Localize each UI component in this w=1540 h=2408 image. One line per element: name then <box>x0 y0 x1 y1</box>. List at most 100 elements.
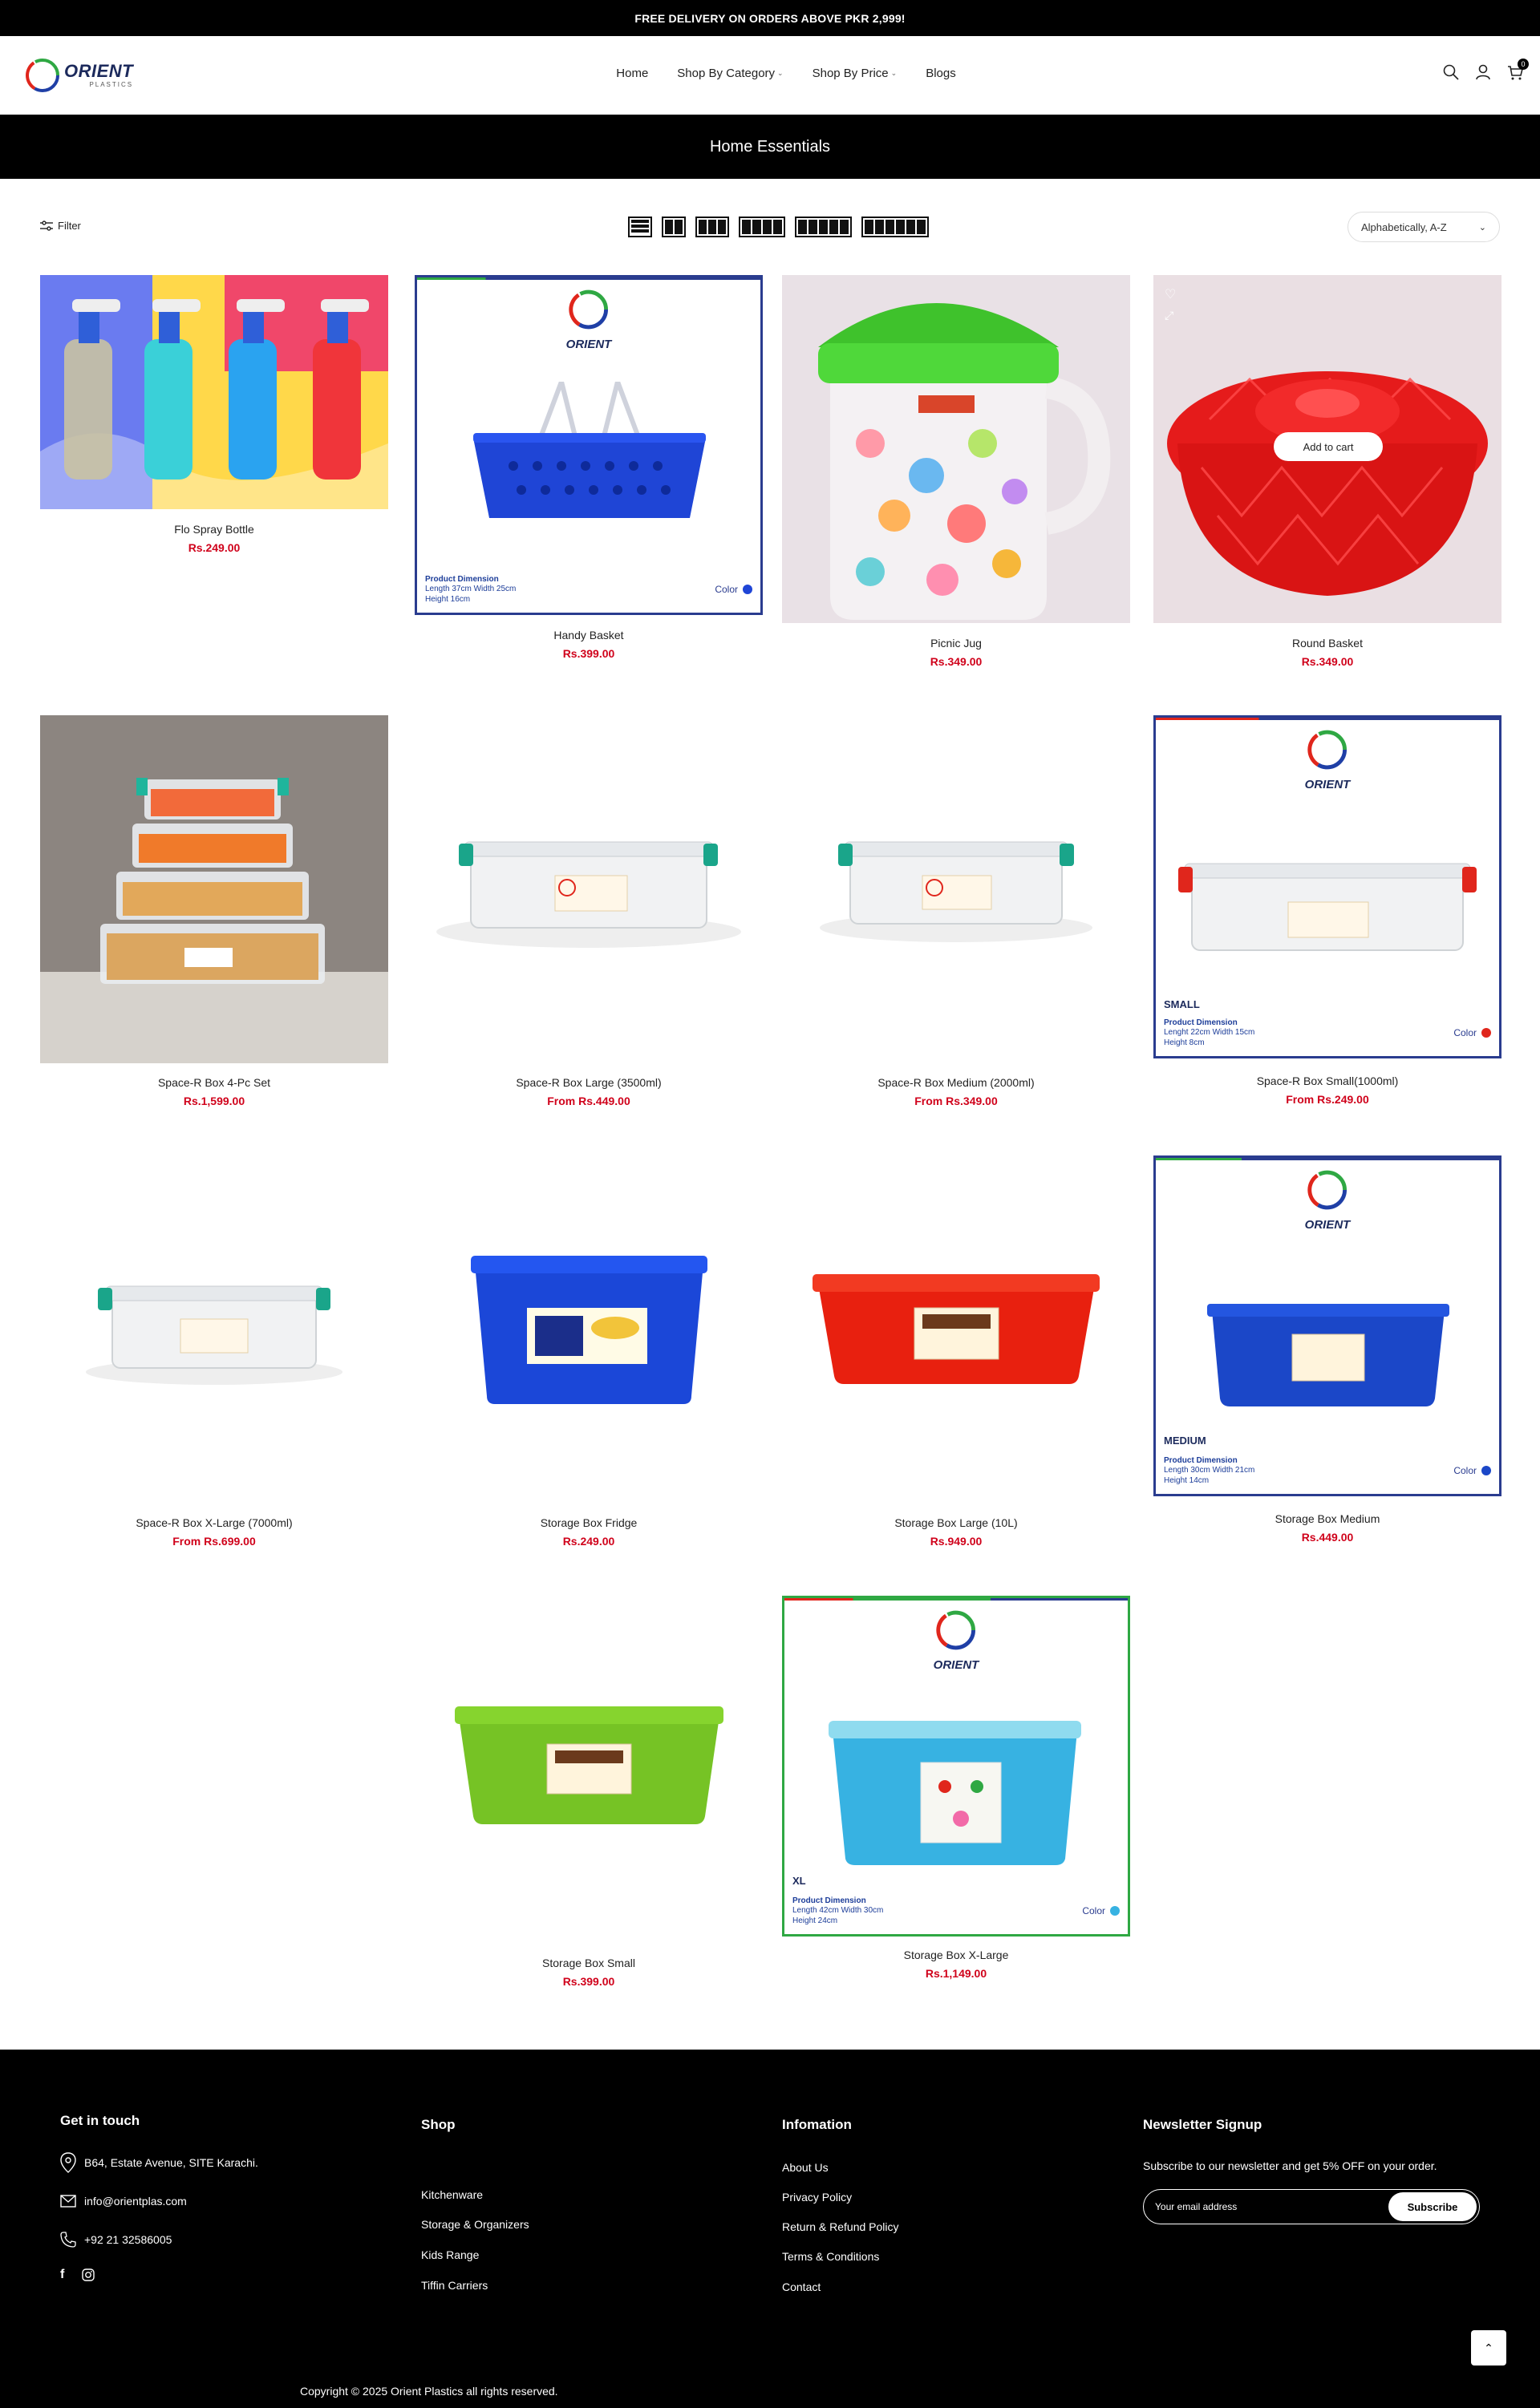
dimension-line-1: Length 30cm Width 21cm <box>1164 1466 1255 1475</box>
product-name[interactable]: Space-R Box 4-Pc Set <box>40 1076 388 1089</box>
product-card[interactable]: ORIENT XL Product Dimension Length 42cm … <box>782 1596 1130 1997</box>
layout-5col-icon[interactable] <box>795 217 852 237</box>
footer-link[interactable]: Kitchenware <box>421 2188 483 2201</box>
filter-button[interactable]: Filter <box>40 220 81 232</box>
product-name[interactable]: Storage Box Small <box>415 1957 763 1969</box>
newsletter-email-input[interactable]: Your email address <box>1155 2201 1237 2212</box>
product-card[interactable]: Space-R Box Large (3500ml) From Rs.449.0… <box>415 715 763 1116</box>
layout-list-icon[interactable] <box>628 217 652 237</box>
product-name[interactable]: Space-R Box X-Large (7000ml) <box>40 1516 388 1529</box>
product-card[interactable]: Storage Box Large (10L) Rs.949.00 <box>782 1155 1130 1556</box>
orient-logo-badge: ORIENT <box>1305 1168 1350 1232</box>
nav-shop-by-category[interactable]: Shop By Category ⌄ <box>677 67 783 80</box>
product-image[interactable] <box>782 715 1130 1063</box>
dimension-line-2: Height 24cm <box>792 1916 838 1925</box>
basket-illustration <box>473 382 706 518</box>
product-image[interactable] <box>415 1596 763 1944</box>
product-image[interactable] <box>40 1155 388 1503</box>
product-card[interactable]: Storage Box Small Rs.399.00 <box>415 1596 763 1997</box>
product-image[interactable]: ORIENT MEDIUM Product Dimension Length 3… <box>1153 1155 1502 1496</box>
product-card[interactable]: Space-R Box Medium (2000ml) From Rs.349.… <box>782 715 1130 1116</box>
product-image[interactable]: ORIENT SMALL Product Dimension Lenght 22… <box>1153 715 1502 1058</box>
product-name[interactable]: Flo Spray Bottle <box>40 523 388 536</box>
product-name[interactable]: Storage Box Fridge <box>415 1516 763 1529</box>
orient-logo-icon <box>1307 1170 1348 1210</box>
filter-icon <box>40 220 53 231</box>
subscribe-button[interactable]: Subscribe <box>1388 2192 1477 2221</box>
dimension-line-1: Length 37cm Width 25cm <box>425 585 517 593</box>
announcement-bar: FREE DELIVERY ON ORDERS ABOVE PKR 2,999! <box>0 0 1540 36</box>
compare-icon[interactable]: ⤢ <box>1165 309 1173 322</box>
product-price: Rs.349.00 <box>1301 655 1354 668</box>
nav-home[interactable]: Home <box>616 67 648 80</box>
footer-link[interactable]: Return & Refund Policy <box>782 2220 899 2233</box>
product-card[interactable]: Storage Box Fridge Rs.249.00 <box>415 1155 763 1556</box>
product-name[interactable]: Storage Box Medium <box>1153 1512 1502 1525</box>
footer-shop-title: Shop <box>421 2117 456 2132</box>
footer-link[interactable]: Storage & Organizers <box>421 2218 529 2231</box>
product-card[interactable]: ORIENT MEDIUM Product Dimension Length 3… <box>1153 1155 1502 1556</box>
product-name[interactable]: Handy Basket <box>415 629 763 641</box>
product-card[interactable]: Picnic Jug Rs.349.00 <box>782 275 1130 676</box>
layout-3col-icon[interactable] <box>695 217 729 237</box>
search-icon[interactable] <box>1442 63 1460 81</box>
size-label: MEDIUM <box>1164 1435 1206 1447</box>
product-image[interactable]: ♡ ⤢ Add to cart <box>1153 275 1502 623</box>
cart-icon[interactable]: 0 <box>1506 59 1529 81</box>
product-name[interactable]: Picnic Jug <box>782 637 1130 650</box>
product-name[interactable]: Space-R Box Small(1000ml) <box>1153 1074 1502 1087</box>
layout-4col-icon[interactable] <box>739 217 785 237</box>
product-card[interactable]: ORIENT SMALL Product Dimension Lenght 22… <box>1153 715 1502 1116</box>
cart-count-badge: 0 <box>1518 59 1529 70</box>
product-name[interactable]: Space-R Box Medium (2000ml) <box>782 1076 1130 1089</box>
product-image[interactable] <box>782 275 1130 623</box>
phone-text[interactable]: +92 21 32586005 <box>84 2233 172 2246</box>
product-card[interactable]: Space-R Box 4-Pc Set Rs.1,599.00 <box>40 715 388 1116</box>
layout-2col-icon[interactable] <box>662 217 686 237</box>
product-image[interactable] <box>782 1155 1130 1503</box>
footer-link[interactable]: Kids Range <box>421 2248 479 2261</box>
footer-info-title: Infomation <box>782 2117 852 2132</box>
color-swatch: Color <box>1453 1027 1491 1038</box>
instagram-icon[interactable] <box>82 2268 95 2281</box>
add-to-cart-button[interactable]: Add to cart <box>1274 432 1383 461</box>
product-name[interactable]: Round Basket <box>1153 637 1502 650</box>
orient-logo-icon <box>569 289 609 330</box>
nav-blogs[interactable]: Blogs <box>926 67 956 80</box>
grid-layout-switcher <box>628 217 929 237</box>
product-name[interactable]: Storage Box X-Large <box>782 1949 1130 1961</box>
product-image[interactable]: ORIENT XL Product Dimension Length 42cm … <box>782 1596 1130 1937</box>
email-row[interactable]: info@orientplas.com <box>60 2195 187 2208</box>
email-text[interactable]: info@orientplas.com <box>84 2195 187 2208</box>
footer-link[interactable]: Tiffin Carriers <box>421 2279 488 2292</box>
nav-shop-by-price[interactable]: Shop By Price ⌄ <box>813 67 898 80</box>
facebook-icon[interactable]: f <box>60 2268 64 2282</box>
product-image[interactable] <box>415 1155 763 1503</box>
sort-dropdown[interactable]: Alphabetically, A-Z ⌄ <box>1348 212 1500 242</box>
product-name[interactable]: Storage Box Large (10L) <box>782 1516 1130 1529</box>
account-icon[interactable] <box>1474 63 1492 81</box>
product-image[interactable]: ORIENT Product Dimension Length 37cm Wid… <box>415 275 763 615</box>
product-price: Rs.1,149.00 <box>925 1967 987 1980</box>
logo-subtitle: PLASTICS <box>89 81 134 88</box>
footer-link[interactable]: Contact <box>782 2281 821 2293</box>
nav-blogs-label: Blogs <box>926 67 956 80</box>
footer-link[interactable]: About Us <box>782 2161 829 2174</box>
product-card[interactable]: Space-R Box X-Large (7000ml) From Rs.699… <box>40 1155 388 1556</box>
product-image[interactable] <box>40 275 388 509</box>
product-image[interactable] <box>40 715 388 1063</box>
footer-link[interactable]: Privacy Policy <box>782 2191 852 2204</box>
product-card[interactable]: ORIENT Product Dimension Length 37cm Wid… <box>415 275 763 676</box>
main-nav: Home Shop By Category ⌄ Shop By Price ⌄ Bl… <box>0 67 1540 80</box>
product-card[interactable]: ♡ ⤢ Add to cart Round Basket Rs.349.00 <box>1153 275 1502 676</box>
product-name[interactable]: Space-R Box Large (3500ml) <box>415 1076 763 1089</box>
heart-icon[interactable]: ♡ <box>1165 286 1176 302</box>
product-card[interactable]: Flo Spray Bottle Rs.249.00 <box>40 275 388 564</box>
collection-title: Home Essentials <box>709 137 831 156</box>
phone-row[interactable]: +92 21 32586005 <box>60 2232 172 2248</box>
product-image[interactable] <box>415 715 763 1063</box>
layout-6col-icon[interactable] <box>861 217 929 237</box>
newsletter-title: Newsletter Signup <box>1143 2117 1262 2132</box>
back-to-top-button[interactable]: ⌃ <box>1471 2330 1506 2366</box>
footer-link[interactable]: Terms & Conditions <box>782 2250 879 2263</box>
